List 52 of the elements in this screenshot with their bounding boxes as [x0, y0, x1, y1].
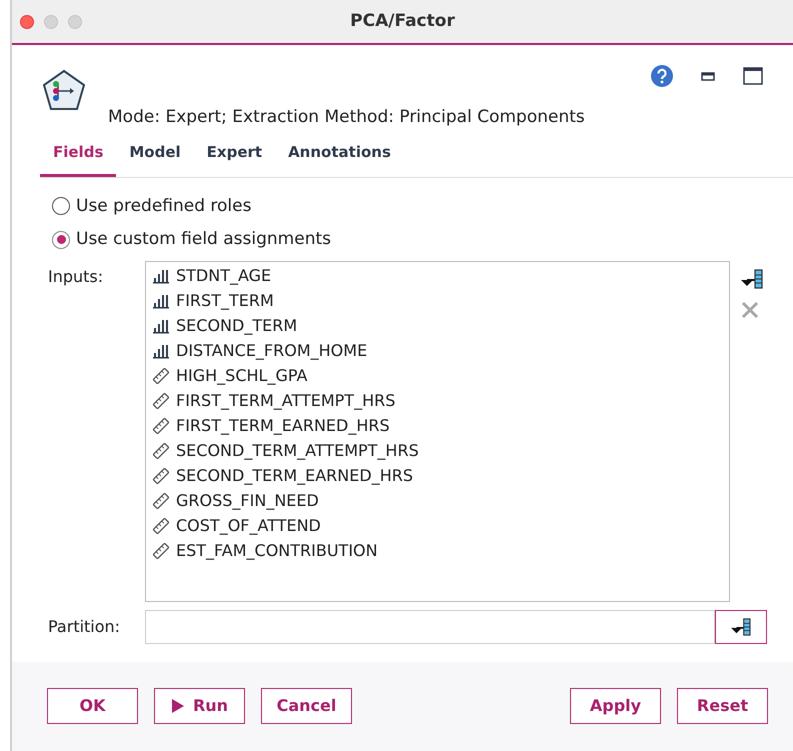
ruler-icon: [152, 518, 170, 534]
ruler-icon: [152, 543, 170, 559]
radio-label[interactable]: Use custom field assignments: [76, 227, 331, 252]
tab[interactable]: Fields: [40, 135, 116, 176]
field-picker-icon[interactable]: [740, 268, 764, 288]
radio-button[interactable]: [52, 230, 70, 249]
field-name[interactable]: GROSS_FIN_NEED: [176, 489, 319, 513]
field-name[interactable]: FIRST_TERM_EARNED_HRS: [176, 414, 390, 438]
maximize-icon[interactable]: [743, 67, 763, 85]
ruler-icon: [152, 443, 170, 459]
field-name[interactable]: SECOND_TERM: [176, 314, 298, 338]
help-icon[interactable]: [651, 65, 673, 87]
close-window-button[interactable]: [20, 14, 34, 28]
field-picker-icon: [730, 618, 752, 636]
field-name[interactable]: HIGH_SCHL_GPA: [176, 364, 308, 388]
bar-chart-icon: [152, 293, 170, 309]
bar-chart-icon: [152, 343, 170, 359]
field-name[interactable]: COST_OF_ATTEND: [176, 514, 321, 538]
dialog-button[interactable]: OK: [47, 688, 138, 724]
ruler-icon: [152, 493, 170, 509]
field-name[interactable]: FIRST_TERM: [176, 289, 274, 313]
field-picker-button[interactable]: [715, 610, 767, 644]
tab[interactable]: Model: [116, 135, 194, 176]
ruler-icon: [152, 393, 170, 409]
node-pentagon-icon: [42, 69, 86, 111]
inputs-label: Inputs:: [48, 266, 104, 288]
field-name[interactable]: EST_FAM_CONTRIBUTION: [176, 539, 378, 563]
partition-field[interactable]: [145, 610, 715, 644]
mode-text: Mode: Expert; Extraction Method: Principal Components: [108, 106, 585, 129]
play-icon: [170, 698, 185, 714]
dialog-button[interactable]: Cancel: [261, 688, 352, 724]
field-name[interactable]: SECOND_TERM_ATTEMPT_HRS: [176, 439, 419, 463]
dialog-button[interactable]: Apply: [570, 688, 661, 724]
partition-label: Partition:: [48, 616, 122, 638]
ruler-icon: [152, 368, 170, 384]
field-name[interactable]: STDNT_AGE: [176, 264, 272, 288]
inputs-list[interactable]: [145, 260, 730, 602]
bar-chart-icon: [152, 318, 170, 334]
tab[interactable]: Expert: [194, 135, 276, 176]
tab[interactable]: Annotations: [275, 135, 404, 176]
field-name[interactable]: SECOND_TERM_EARNED_HRS: [176, 464, 413, 488]
field-name[interactable]: FIRST_TERM_ATTEMPT_HRS: [176, 389, 396, 413]
ruler-icon: [152, 418, 170, 434]
run-button[interactable]: Run: [154, 688, 245, 724]
minimize-icon[interactable]: [701, 72, 715, 80]
radio-button[interactable]: [52, 197, 70, 216]
window-title: PCA/Factor: [350, 10, 455, 31]
field-name[interactable]: DISTANCE_FROM_HOME: [176, 339, 368, 363]
ruler-icon: [152, 468, 170, 484]
bar-chart-icon: [152, 268, 170, 284]
radio-label[interactable]: Use predefined roles: [76, 194, 252, 219]
dialog-button[interactable]: Reset: [677, 688, 768, 724]
